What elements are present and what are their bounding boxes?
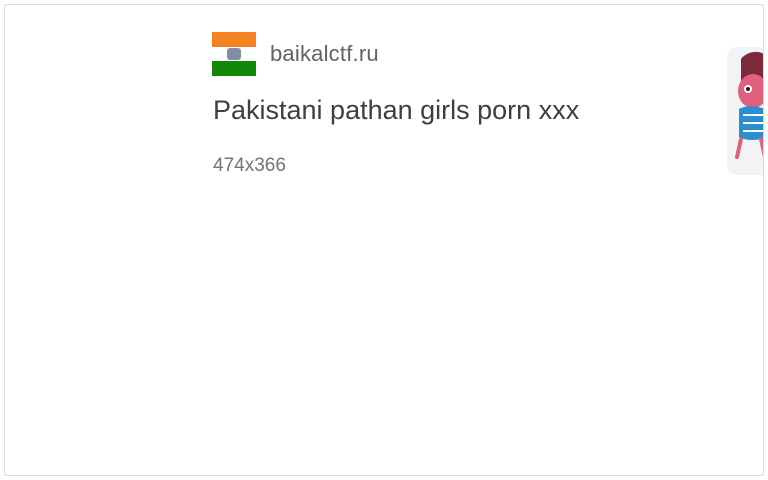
india-flag-icon bbox=[212, 32, 256, 76]
source-domain-link[interactable]: baikalctf.ru bbox=[270, 41, 379, 67]
flag-green-band bbox=[212, 61, 256, 76]
image-dimensions: 474x366 bbox=[213, 155, 286, 176]
flag-saffron-band bbox=[212, 32, 256, 47]
flag-chakra bbox=[227, 48, 241, 60]
image-result-card: baikalctf.ru Pakistani pathan girls porn… bbox=[4, 4, 764, 476]
result-title-link[interactable]: Pakistani pathan girls porn xxx bbox=[213, 95, 579, 126]
cartoon-character-thumbnail bbox=[735, 52, 763, 159]
next-result-thumbnail[interactable] bbox=[727, 47, 763, 175]
source-row[interactable]: baikalctf.ru bbox=[212, 32, 379, 76]
